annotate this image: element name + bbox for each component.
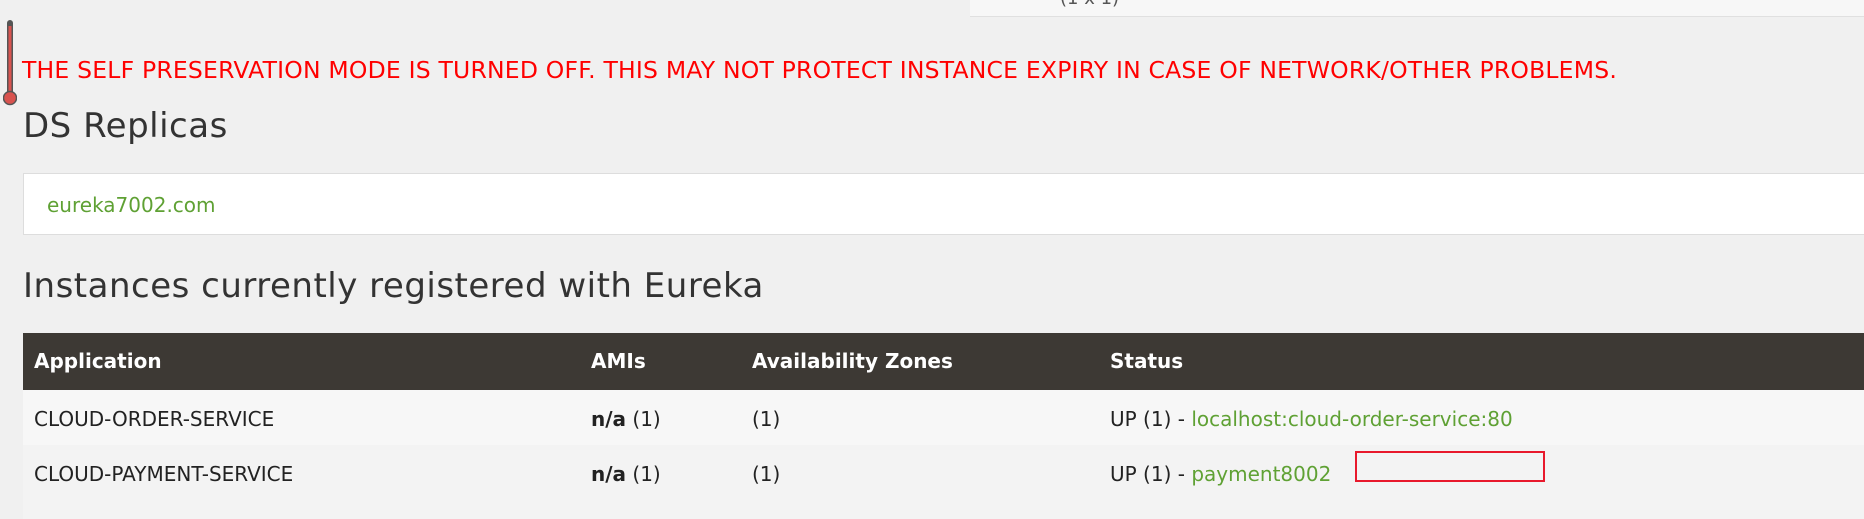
header-amis: AMIs: [591, 349, 646, 373]
top-panel-text: (1 x 1): [1060, 0, 1119, 9]
ami-count: (1): [632, 462, 661, 486]
top-info-panel: (1 x 1): [970, 0, 1864, 17]
status-cell: UP (1) - payment8002: [1110, 462, 1331, 486]
ami-cell: n/a (1): [591, 462, 661, 486]
header-availability-zones: Availability Zones: [752, 349, 953, 373]
availability-zones: (1): [752, 407, 781, 431]
ds-replicas-title: DS Replicas: [23, 106, 228, 146]
instances-table: Application AMIs Availability Zones Stat…: [23, 333, 1864, 519]
highlight-box: [1355, 451, 1545, 482]
thermometer-icon: [3, 20, 17, 106]
table-header: Application AMIs Availability Zones Stat…: [23, 333, 1864, 390]
status-prefix: UP (1) -: [1110, 407, 1185, 431]
table-row: CLOUD-PAYMENT-SERVICE n/a (1) (1) UP (1)…: [23, 445, 1864, 519]
ami-label: n/a: [591, 462, 627, 486]
header-status: Status: [1110, 349, 1184, 373]
table-row: CLOUD-ORDER-SERVICE n/a (1) (1) UP (1) -…: [23, 390, 1864, 446]
ami-label: n/a: [591, 407, 627, 431]
instance-link[interactable]: localhost:cloud-order-service:80: [1191, 407, 1512, 431]
replica-link-eureka7002[interactable]: eureka7002.com: [47, 193, 216, 217]
ds-replicas-list: eureka7002.com: [23, 173, 1864, 235]
application-name: CLOUD-ORDER-SERVICE: [34, 407, 275, 431]
status-cell: UP (1) - localhost:cloud-order-service:8…: [1110, 407, 1513, 431]
instances-title: Instances currently registered with Eure…: [23, 266, 764, 306]
instance-link[interactable]: payment8002: [1191, 462, 1331, 486]
application-name: CLOUD-PAYMENT-SERVICE: [34, 462, 294, 486]
header-application: Application: [34, 349, 162, 373]
availability-zones: (1): [752, 462, 781, 486]
status-prefix: UP (1) -: [1110, 462, 1185, 486]
ami-cell: n/a (1): [591, 407, 661, 431]
ami-count: (1): [632, 407, 661, 431]
eureka-dashboard: (1 x 1) THE SELF PRESERVATION MODE IS TU…: [0, 0, 1864, 519]
self-preservation-warning: THE SELF PRESERVATION MODE IS TURNED OFF…: [22, 56, 1617, 84]
